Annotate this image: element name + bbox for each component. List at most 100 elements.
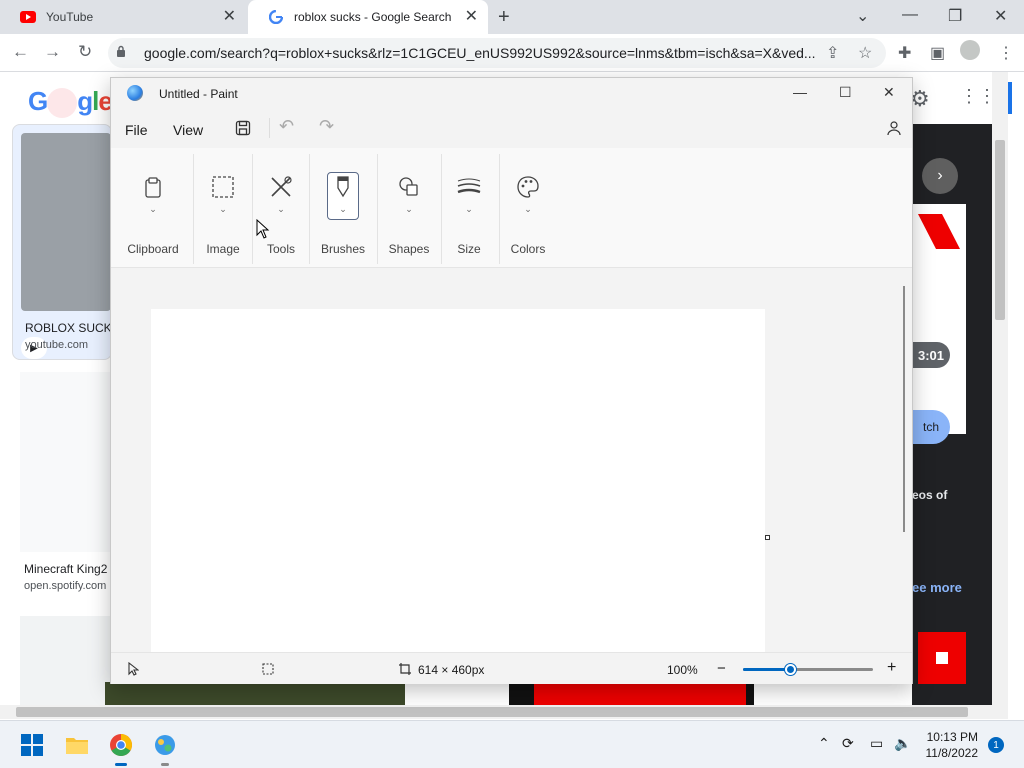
start-icon[interactable] xyxy=(20,733,44,757)
address-bar[interactable]: google.com/search?q=roblox+sucks&rlz=1C1… xyxy=(108,38,886,68)
tools-group[interactable]: ⌄ Tools xyxy=(253,148,309,268)
bookmark-star-icon[interactable]: ☆ xyxy=(858,43,872,63)
youtube-logo-thumb[interactable] xyxy=(918,632,966,684)
scrollbar-thumb[interactable] xyxy=(995,140,1005,320)
result-title[interactable]: Minecraft King2 xyxy=(24,562,107,576)
system-clock[interactable]: 10:13 PM 11/8/2022 xyxy=(914,729,979,761)
undo-icon[interactable]: ↶ xyxy=(279,116,294,137)
size-group[interactable]: ⌄ Size xyxy=(441,148,497,268)
maximize-icon[interactable]: ☐ xyxy=(839,84,852,101)
minimize-icon[interactable]: — xyxy=(902,6,918,24)
result-thumbnail[interactable] xyxy=(20,616,110,706)
clock-date: 11/8/2022 xyxy=(925,746,979,760)
google-logo[interactable]: Ggle xyxy=(28,86,113,119)
group-label: Size xyxy=(457,242,481,256)
url-text: google.com/search?q=roblox+sucks&rlz=1C1… xyxy=(144,45,816,61)
extensions-icon[interactable]: ✚ xyxy=(898,43,911,63)
notification-badge[interactable]: 1 xyxy=(988,737,1004,753)
zoom-out-icon[interactable]: − xyxy=(717,660,726,677)
restore-icon[interactable]: ❐ xyxy=(948,6,962,26)
result-thumbnail[interactable] xyxy=(534,684,746,706)
zoom-in-icon[interactable]: + xyxy=(887,659,896,677)
share-icon[interactable]: ⇪ xyxy=(826,43,839,63)
video-duration-badge: 3:01 xyxy=(912,342,950,368)
canvas-resize-handle[interactable] xyxy=(765,535,770,540)
back-icon[interactable]: ← xyxy=(12,43,29,61)
youtube-icon xyxy=(20,9,36,25)
menu-dots-icon[interactable]: ⋮ xyxy=(998,43,1014,63)
brushes-group[interactable]: ⌄ Brushes xyxy=(313,148,373,268)
scrollbar-thumb[interactable] xyxy=(16,707,968,717)
group-label: Clipboard xyxy=(127,242,179,256)
profile-avatar[interactable] xyxy=(960,40,980,60)
shapes-icon xyxy=(399,177,418,196)
next-arrow-icon[interactable]: › xyxy=(922,158,958,194)
see-more-link[interactable]: ee more xyxy=(912,580,962,595)
tab-title: roblox sucks - Google Search xyxy=(294,10,452,24)
redo-icon[interactable]: ↷ xyxy=(319,116,334,137)
zoom-slider-thumb[interactable] xyxy=(785,664,797,675)
window-title: Untitled - Paint xyxy=(159,87,238,101)
tab-search-icon[interactable]: ⌄ xyxy=(856,6,869,26)
menu-divider xyxy=(269,118,270,138)
mouse-cursor-icon xyxy=(256,219,270,239)
image-group[interactable]: ⌄ Image xyxy=(195,148,251,268)
ribbon-divider xyxy=(377,154,378,264)
result-source: open.spotify.com xyxy=(24,580,107,592)
share-icon[interactable] xyxy=(885,121,903,137)
colors-group[interactable]: ⌄ Colors xyxy=(499,148,557,268)
close-window-icon[interactable]: ✕ xyxy=(994,6,1007,26)
lock-icon[interactable] xyxy=(116,45,126,57)
watch-button[interactable]: tch xyxy=(912,410,950,444)
browser-toolbar: ← → ↻ google.com/search?q=roblox+sucks&r… xyxy=(0,34,1024,72)
network-icon[interactable]: ▭ xyxy=(870,735,883,752)
forward-icon[interactable]: → xyxy=(44,43,61,61)
result-thumbnail[interactable] xyxy=(21,133,111,311)
view-menu[interactable]: View xyxy=(173,122,203,138)
close-window-icon[interactable]: ✕ xyxy=(883,84,895,101)
file-explorer-icon[interactable] xyxy=(65,733,89,757)
result-thumbnail[interactable] xyxy=(20,372,110,552)
chevron-down-icon: ⌄ xyxy=(524,204,532,214)
close-tab-icon[interactable]: ✕ xyxy=(465,9,478,25)
paint-status-bar: 614 × 460px 100% − + xyxy=(111,652,912,684)
result-source: youtube.com xyxy=(25,339,88,351)
paint-app-icon xyxy=(127,85,143,101)
image-result-card[interactable]: ▶ ROBLOX SUCKS youtube.com xyxy=(12,124,112,360)
chrome-icon[interactable] xyxy=(109,733,133,757)
group-label: Colors xyxy=(510,242,546,256)
drawing-canvas[interactable] xyxy=(151,309,765,652)
zoom-slider-fill xyxy=(743,668,792,671)
canvas-vertical-scrollbar[interactable] xyxy=(903,286,905,532)
selection-size-icon xyxy=(262,663,274,675)
paint-title-bar[interactable]: Untitled - Paint — ☐ ✕ xyxy=(111,78,912,108)
volume-icon[interactable]: 🔈 xyxy=(894,735,911,752)
clipboard-icon xyxy=(145,177,161,198)
paint-taskbar-icon[interactable] xyxy=(153,733,177,757)
tab-google-search[interactable]: roblox sucks - Google Search ✕ xyxy=(248,0,488,34)
paint-running-indicator xyxy=(161,763,169,766)
zoom-level[interactable]: 100% xyxy=(667,663,698,677)
result-title[interactable]: ROBLOX SUCKS xyxy=(25,321,111,335)
chevron-down-icon: ⌄ xyxy=(339,204,347,214)
result-thumbnail[interactable] xyxy=(105,682,405,706)
show-hidden-icons-icon[interactable]: ⌃ xyxy=(818,735,830,752)
tools-icon xyxy=(271,176,292,197)
group-label: Shapes xyxy=(388,242,430,256)
update-icon[interactable]: ⟳ xyxy=(842,735,854,752)
palette-icon xyxy=(517,176,539,198)
shapes-group[interactable]: ⌄ Shapes xyxy=(379,148,439,268)
reload-icon[interactable]: ↻ xyxy=(78,43,92,61)
clipboard-group[interactable]: ⌄ Clipboard xyxy=(123,148,183,268)
tab-youtube[interactable]: YouTube ✕ xyxy=(0,0,246,34)
minimize-icon[interactable]: — xyxy=(793,84,807,100)
chevron-down-icon: ⌄ xyxy=(465,204,473,214)
clock-time: 10:13 PM xyxy=(926,730,978,744)
new-tab-button[interactable]: + xyxy=(498,6,510,29)
save-icon[interactable] xyxy=(235,120,251,136)
close-tab-icon[interactable]: ✕ xyxy=(223,9,236,25)
zoom-slider[interactable] xyxy=(743,664,873,675)
browser-tab-strip: YouTube ✕ roblox sucks - Google Search ✕… xyxy=(0,0,1024,34)
file-menu[interactable]: File xyxy=(125,122,148,138)
side-panel-icon[interactable]: ▣ xyxy=(930,43,945,63)
